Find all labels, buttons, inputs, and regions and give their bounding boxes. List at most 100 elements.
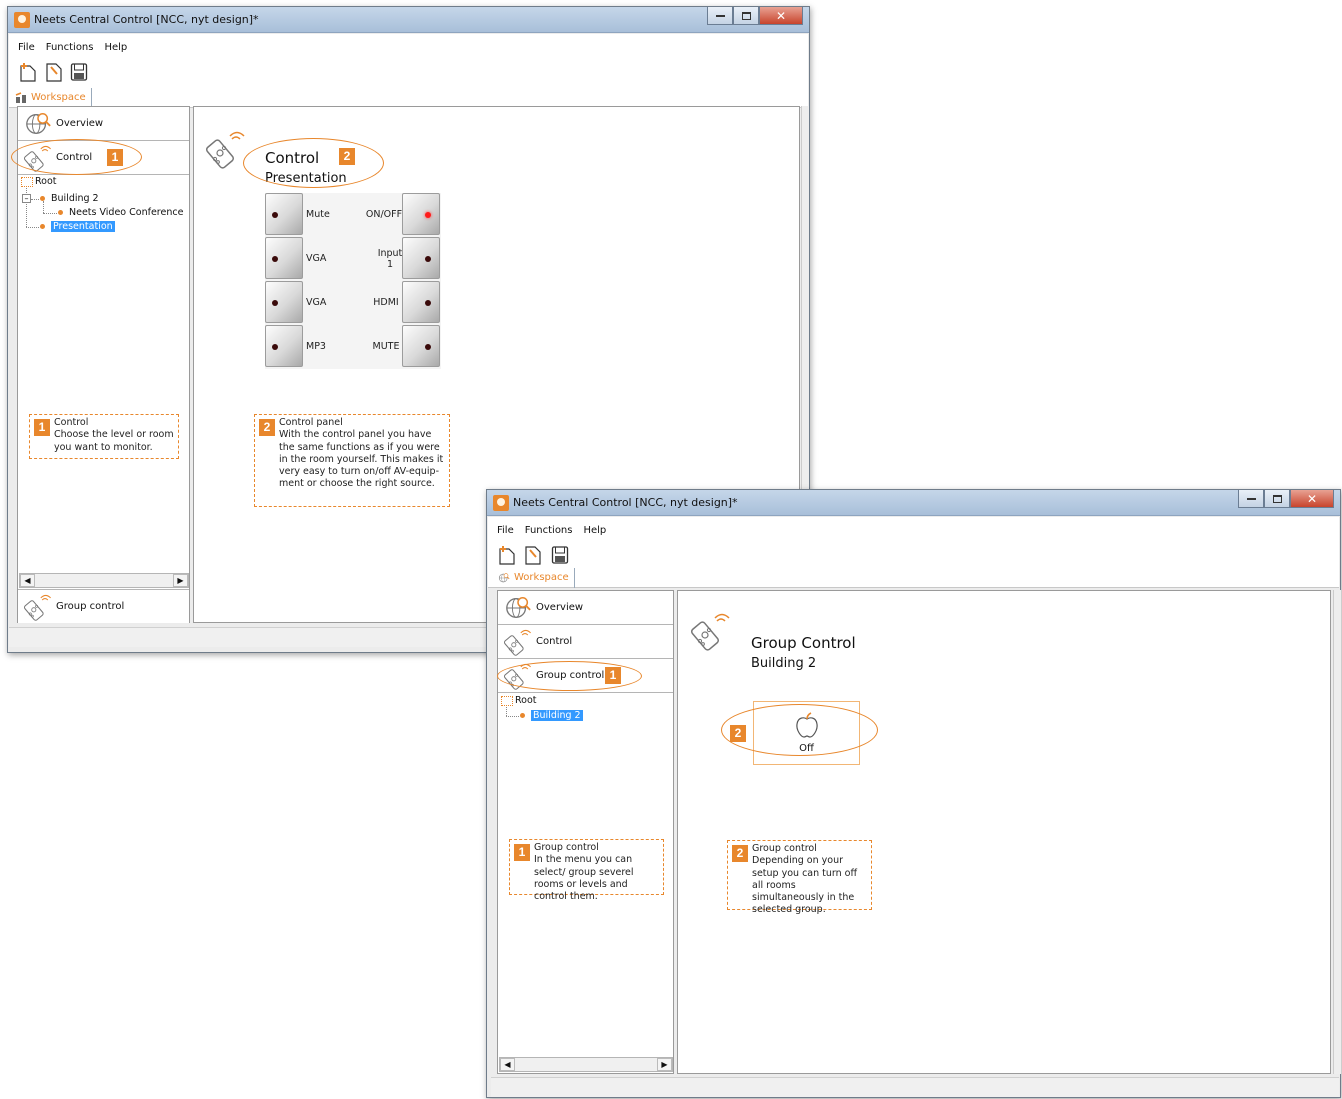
menu-functions[interactable]: Functions bbox=[516, 517, 575, 536]
globe-search-icon bbox=[504, 594, 532, 622]
tree-dot bbox=[58, 210, 63, 215]
annotation-badge-2: 2 bbox=[730, 725, 746, 742]
close-icon: ✕ bbox=[775, 8, 787, 23]
tab-row: Workspace bbox=[9, 86, 808, 108]
scroll-right-arrow[interactable]: ▶ bbox=[173, 574, 188, 587]
nav-control-button[interactable]: Control bbox=[498, 625, 673, 659]
annotation-badge-2: 2 bbox=[259, 419, 275, 436]
title-bar[interactable]: Neets Central Control [NCC, nyt design]*… bbox=[487, 490, 1340, 516]
highlight-ellipse bbox=[11, 139, 142, 175]
menu-bar: File Functions Help bbox=[488, 517, 1339, 537]
open-file-icon[interactable] bbox=[524, 545, 542, 565]
mute-right-button[interactable] bbox=[402, 325, 440, 367]
horizontal-scrollbar[interactable]: ◀ ▶ bbox=[499, 1057, 673, 1072]
led-indicator bbox=[272, 212, 278, 218]
maximize-icon bbox=[741, 11, 751, 20]
title-bar[interactable]: Neets Central Control [NCC, nyt design]*… bbox=[8, 7, 809, 33]
app-icon bbox=[14, 12, 30, 28]
nav-group-control-button[interactable]: Group control bbox=[18, 589, 189, 623]
led-indicator bbox=[425, 344, 431, 350]
annotation-badge-1: 1 bbox=[34, 419, 50, 436]
vertical-scrollbar[interactable] bbox=[1333, 590, 1341, 1074]
horizontal-scrollbar[interactable]: ◀ ▶ bbox=[19, 573, 189, 588]
annotation-badge-1: 1 bbox=[514, 844, 530, 861]
callout-body: With the control panel you have the same… bbox=[279, 429, 444, 490]
open-file-icon[interactable] bbox=[45, 62, 63, 82]
tree-room-label: Neets Video Conference bbox=[69, 207, 184, 218]
tree-node-building[interactable]: Building 2 bbox=[40, 193, 99, 205]
tree-building-label: Building 2 bbox=[51, 193, 99, 204]
vga-left-button[interactable] bbox=[265, 237, 303, 279]
vga-left-button-2[interactable] bbox=[265, 281, 303, 323]
close-button[interactable]: ✕ bbox=[759, 7, 803, 25]
app-icon bbox=[493, 495, 509, 511]
scroll-left-arrow[interactable]: ◀ bbox=[20, 574, 35, 587]
scroll-left-arrow[interactable]: ◀ bbox=[500, 1058, 515, 1071]
led-indicator bbox=[425, 256, 431, 262]
key-label-mute: Mute bbox=[306, 209, 330, 220]
tree-root-label: Root bbox=[515, 695, 537, 706]
root-icon bbox=[501, 695, 513, 706]
highlight-ellipse bbox=[243, 138, 384, 188]
minimize-button[interactable] bbox=[1238, 490, 1264, 508]
remote-control-icon bbox=[206, 129, 246, 169]
key-label-on-off: ON/OFF bbox=[365, 209, 403, 220]
control-panel: Mute VGA VGA MP3 ON/OFF Input 1 HDMI MUT… bbox=[265, 193, 441, 369]
led-indicator bbox=[272, 256, 278, 262]
tree-dot bbox=[520, 713, 525, 718]
status-bar bbox=[491, 1077, 1339, 1097]
minimize-icon bbox=[1246, 497, 1256, 500]
save-icon[interactable] bbox=[551, 545, 569, 565]
window-group-control: Neets Central Control [NCC, nyt design]*… bbox=[486, 489, 1341, 1098]
led-indicator bbox=[272, 344, 278, 350]
maximize-button[interactable] bbox=[733, 7, 759, 25]
menu-file[interactable]: File bbox=[488, 517, 516, 536]
close-icon: ✕ bbox=[1306, 491, 1318, 506]
tab-row: Workspace bbox=[488, 566, 1339, 588]
save-icon[interactable] bbox=[70, 62, 88, 82]
tree-collapse-toggle[interactable]: – bbox=[22, 194, 31, 203]
callout-control: 1 Control Choose the level or room you wa… bbox=[29, 414, 179, 459]
maximize-icon bbox=[1272, 494, 1282, 503]
navigation-panel: Overview Control 1 Root – Building 2 Nee… bbox=[17, 106, 190, 623]
menu-bar: File Functions Help bbox=[9, 34, 808, 54]
tree-node-room[interactable]: Neets Video Conference bbox=[58, 207, 183, 219]
close-button[interactable]: ✕ bbox=[1290, 490, 1334, 508]
callout-body: Choose the level or room you want to mon… bbox=[54, 429, 174, 453]
nav-overview-label: Overview bbox=[536, 602, 584, 613]
menu-file[interactable]: File bbox=[9, 34, 37, 53]
nav-overview-button[interactable]: Overview bbox=[498, 591, 673, 625]
input-1-button[interactable] bbox=[402, 237, 440, 279]
minimize-button[interactable] bbox=[707, 7, 733, 25]
menu-help[interactable]: Help bbox=[95, 34, 129, 53]
tab-workspace[interactable]: Workspace bbox=[13, 88, 92, 108]
new-file-icon[interactable] bbox=[498, 545, 516, 565]
key-label-mp3: MP3 bbox=[306, 341, 326, 352]
tree-node-root[interactable]: Root bbox=[21, 176, 57, 188]
menu-help[interactable]: Help bbox=[574, 517, 608, 536]
tab-workspace-label: Workspace bbox=[31, 92, 86, 103]
callout-title: Group control bbox=[752, 843, 817, 854]
tree-node-building[interactable]: Building 2 bbox=[520, 710, 583, 722]
maximize-button[interactable] bbox=[1264, 490, 1290, 508]
mp3-left-button[interactable] bbox=[265, 325, 303, 367]
page-subtitle: Building 2 bbox=[751, 656, 817, 671]
menu-functions[interactable]: Functions bbox=[37, 34, 96, 53]
key-label-input-1: Input 1 bbox=[377, 248, 403, 270]
mute-left-button[interactable] bbox=[265, 193, 303, 235]
power-button[interactable] bbox=[402, 193, 440, 235]
led-indicator-on bbox=[425, 212, 431, 218]
tree-building-label: Building 2 bbox=[531, 710, 583, 721]
tree-root-label: Root bbox=[35, 176, 57, 187]
tab-workspace[interactable]: Workspace bbox=[496, 568, 575, 588]
window-title: Neets Central Control [NCC, nyt design]* bbox=[34, 13, 259, 26]
new-file-icon[interactable] bbox=[19, 62, 37, 82]
tree-node-root[interactable]: Root bbox=[501, 695, 537, 707]
remote-control-icon bbox=[504, 628, 532, 656]
scroll-right-arrow[interactable]: ▶ bbox=[657, 1058, 672, 1071]
tree-presentation-label: Presentation bbox=[51, 221, 115, 232]
nav-overview-button[interactable]: Overview bbox=[18, 107, 189, 141]
hdmi-button[interactable] bbox=[402, 281, 440, 323]
callout-body: In the menu you can select/ group severe… bbox=[534, 854, 634, 903]
tree-node-presentation[interactable]: Presentation bbox=[40, 221, 115, 233]
